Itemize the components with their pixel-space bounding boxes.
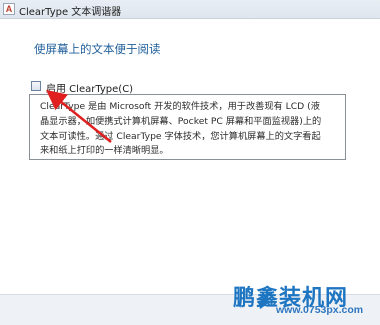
description-text: ClearType 是由 Microsoft 开发的软件技术，用于改善现有 LC…	[40, 100, 340, 159]
enable-cleartype-checkbox[interactable]	[31, 81, 41, 91]
description-line: 来和纸上打印的一样清晰明显。	[40, 145, 169, 157]
description-line: ClearType 是由 Microsoft 开发的软件技术，用于改善现有 LC…	[40, 101, 320, 112]
title-bar: A ClearType 文本调谐器	[0, 0, 380, 19]
window-title: ClearType 文本调谐器	[19, 7, 122, 18]
description-line: 晶显示器，如便携式计算机屏幕、Pocket PC 屏幕和平面监视器)上的	[40, 115, 322, 127]
page-heading: 使屏幕上的文本便于阅读	[34, 42, 161, 56]
watermark-url: www.0753px.com	[276, 304, 364, 316]
enable-cleartype-label[interactable]: 启用 ClearType(C)	[46, 80, 133, 95]
app-icon: A	[3, 3, 15, 15]
description-line: 文本可读性。通过 ClearType 字体技术，您计算机屏幕上的文字看起	[40, 130, 321, 142]
